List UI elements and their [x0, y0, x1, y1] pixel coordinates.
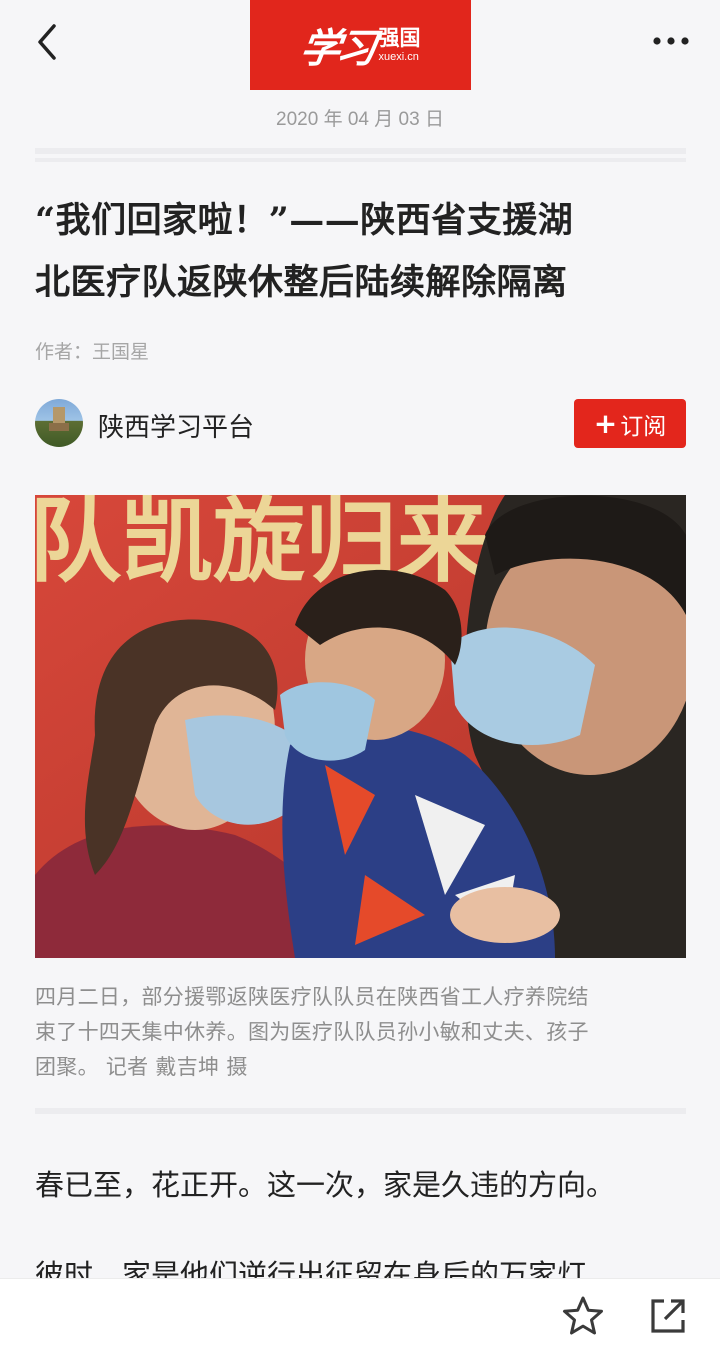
- logo-text-group: 强国 xuexi.cn: [378, 25, 421, 63]
- logo-calligraphy: 学习: [296, 25, 376, 72]
- favorite-button[interactable]: [561, 1294, 605, 1338]
- logo-text: 强国: [378, 25, 421, 50]
- share-icon: [651, 1299, 685, 1333]
- caption-line: 束了十四天集中休养。图为医疗队队员孙小敏和丈夫、孩子: [35, 1020, 589, 1044]
- back-button[interactable]: [26, 20, 70, 64]
- avatar-building-base: [49, 423, 69, 431]
- title-line: 北医疗队返陕休整后陆续解除隔离: [35, 262, 568, 303]
- logo-url: xuexi.cn: [378, 50, 419, 63]
- photo-illustration: 队凯旋归来: [35, 495, 686, 958]
- star-icon: [563, 1296, 603, 1335]
- more-dots-icon: [653, 37, 689, 45]
- divider: [35, 1108, 686, 1114]
- divider: [35, 158, 686, 162]
- caption-line: 团聚。 记者 戴吉坤 摄: [35, 1055, 248, 1079]
- subscribe-label: 订阅: [620, 413, 667, 440]
- divider: [35, 148, 686, 154]
- article-paragraph: 春已至，花正开。这一次，家是久违的方向。: [35, 1168, 616, 1202]
- more-button[interactable]: [646, 28, 696, 58]
- share-button[interactable]: [648, 1296, 688, 1336]
- article-photo[interactable]: 队凯旋归来: [35, 495, 686, 958]
- bottom-action-bar: [0, 1278, 720, 1355]
- back-chevron-icon: [38, 24, 56, 60]
- xuexi-logo: 学习 强国 xuexi.cn: [250, 0, 471, 90]
- author-line: 作者：王国星: [35, 341, 150, 363]
- publisher-avatar[interactable]: [35, 399, 83, 447]
- publisher-name[interactable]: 陕西学习平台: [98, 407, 254, 444]
- title-line: “我们回家啦！”——陕西省支援湖: [35, 200, 574, 241]
- photo-caption: 四月二日，部分援鄂返陕医疗队队员在陕西省工人疗养院结 束了十四天集中休养。图为医…: [35, 980, 695, 1085]
- plus-icon: +: [593, 406, 618, 440]
- subscribe-button[interactable]: + 订阅: [574, 399, 686, 448]
- caption-line: 四月二日，部分援鄂返陕医疗队队员在陕西省工人疗养院结: [35, 985, 589, 1009]
- article-title: “我们回家啦！”——陕西省支援湖 北医疗队返陕休整后陆续解除隔离: [35, 190, 695, 314]
- top-bar: 学习 强国 xuexi.cn: [0, 0, 720, 95]
- article-page: 学习 强国 xuexi.cn 2020 年 04 月 03 日 “我们回家啦！”…: [0, 0, 720, 1355]
- publish-date: 2020 年 04 月 03 日: [276, 109, 444, 130]
